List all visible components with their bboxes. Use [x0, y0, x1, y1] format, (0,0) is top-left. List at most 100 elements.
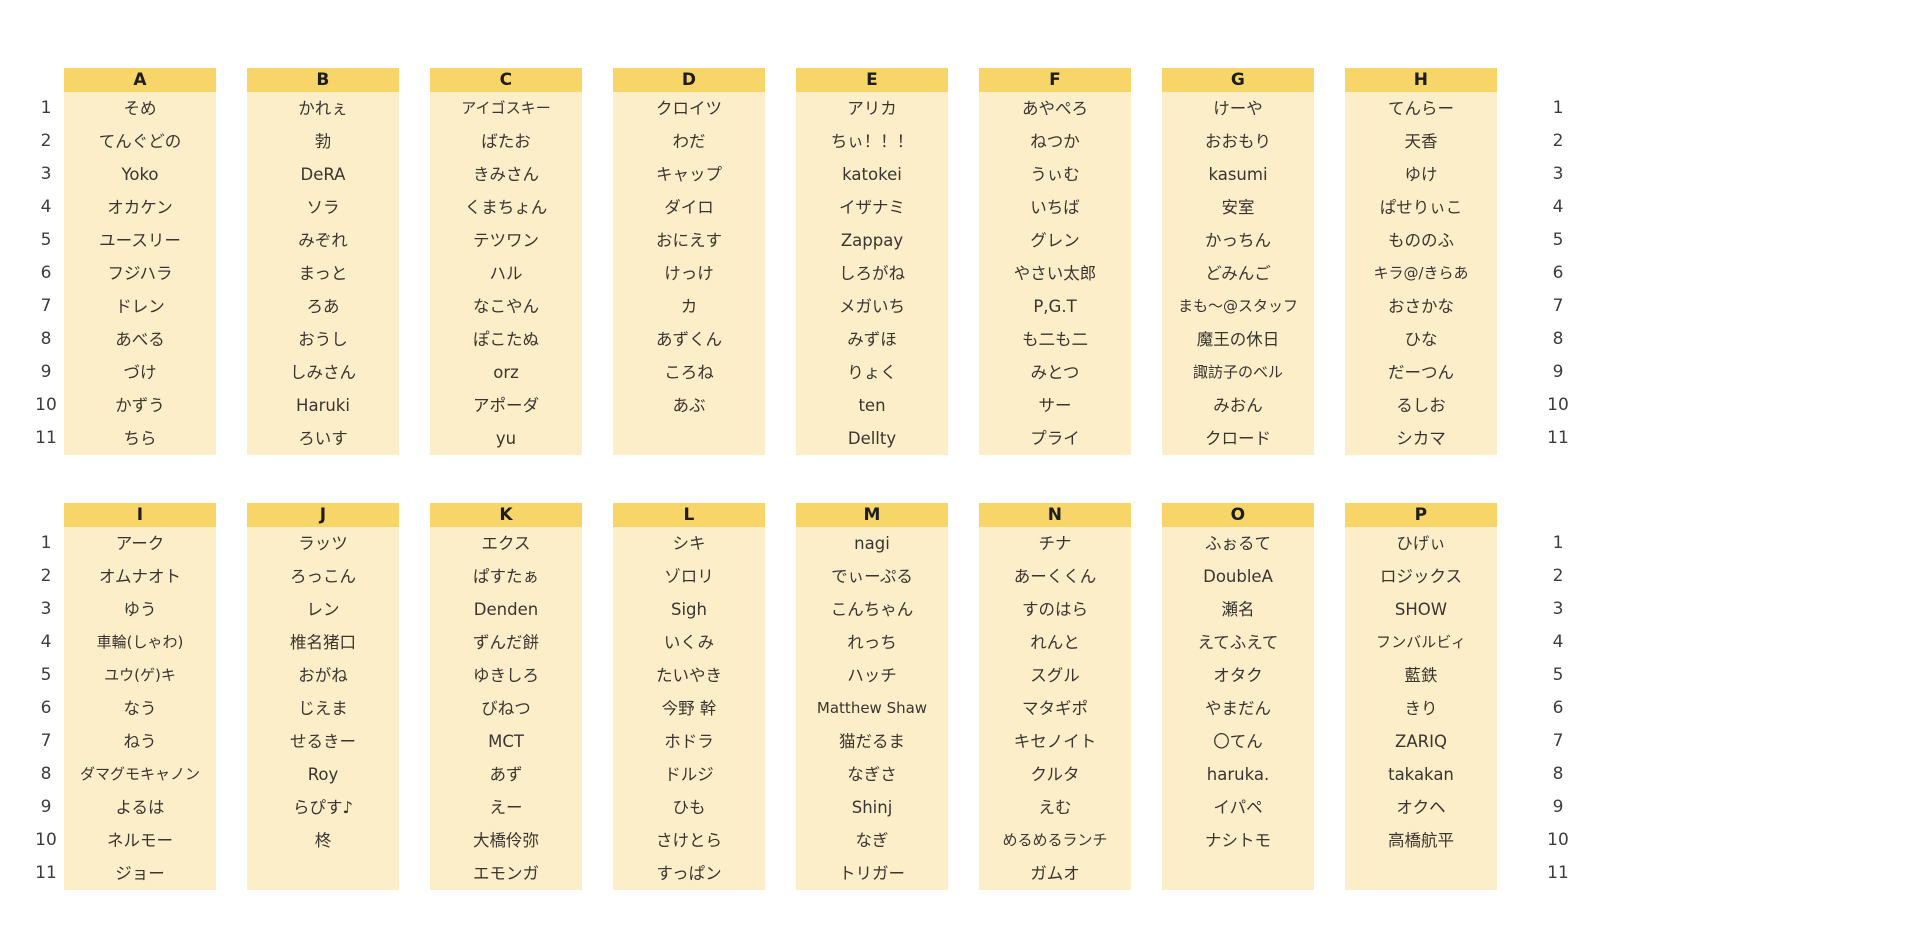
table-cell[interactable]: ゾロリ: [613, 560, 765, 593]
table-cell[interactable]: ホドラ: [613, 725, 765, 758]
table-cell[interactable]: 椎名猪口: [247, 626, 399, 659]
table-cell[interactable]: りょく: [796, 356, 948, 389]
table-cell[interactable]: Roy: [247, 758, 399, 791]
table-cell[interactable]: haruka.: [1162, 758, 1314, 791]
table-cell[interactable]: ロジックス: [1345, 560, 1497, 593]
table-cell[interactable]: ぽこたぬ: [430, 323, 582, 356]
table-cell[interactable]: 猫だるま: [796, 725, 948, 758]
table-cell[interactable]: ハッチ: [796, 659, 948, 692]
table-cell[interactable]: 高橋航平: [1345, 824, 1497, 857]
table-cell[interactable]: おおもり: [1162, 125, 1314, 158]
table-cell[interactable]: れっち: [796, 626, 948, 659]
table-cell[interactable]: 安室: [1162, 191, 1314, 224]
table-cell[interactable]: ラッツ: [247, 527, 399, 560]
table-cell[interactable]: オクヘ: [1345, 791, 1497, 824]
table-cell[interactable]: アーク: [64, 527, 216, 560]
table-cell[interactable]: シカマ: [1345, 422, 1497, 455]
table-cell[interactable]: [613, 422, 765, 455]
table-cell[interactable]: Sigh: [613, 593, 765, 626]
table-cell[interactable]: [247, 857, 399, 890]
table-cell[interactable]: グレン: [979, 224, 1131, 257]
table-cell[interactable]: プライ: [979, 422, 1131, 455]
table-cell[interactable]: MCT: [430, 725, 582, 758]
table-cell[interactable]: えむ: [979, 791, 1131, 824]
table-cell[interactable]: もののふ: [1345, 224, 1497, 257]
table-cell[interactable]: わだ: [613, 125, 765, 158]
table-cell[interactable]: オカケン: [64, 191, 216, 224]
table-cell[interactable]: るしお: [1345, 389, 1497, 422]
table-cell[interactable]: ハル: [430, 257, 582, 290]
table-cell[interactable]: あべる: [64, 323, 216, 356]
table-cell[interactable]: yu: [430, 422, 582, 455]
table-cell[interactable]: ねう: [64, 725, 216, 758]
table-cell[interactable]: 車輪(しゃわ): [64, 626, 216, 659]
table-cell[interactable]: アリカ: [796, 92, 948, 125]
table-cell[interactable]: いくみ: [613, 626, 765, 659]
table-cell[interactable]: ろいす: [247, 422, 399, 455]
table-cell[interactable]: てんらー: [1345, 92, 1497, 125]
table-cell[interactable]: カ: [613, 290, 765, 323]
table-cell[interactable]: てんぐどの: [64, 125, 216, 158]
table-cell[interactable]: なう: [64, 692, 216, 725]
table-cell[interactable]: みとつ: [979, 356, 1131, 389]
table-cell[interactable]: Denden: [430, 593, 582, 626]
table-cell[interactable]: Dellty: [796, 422, 948, 455]
table-cell[interactable]: どみんご: [1162, 257, 1314, 290]
table-cell[interactable]: orz: [430, 356, 582, 389]
table-cell[interactable]: ふぉるて: [1162, 527, 1314, 560]
table-cell[interactable]: Shinj: [796, 791, 948, 824]
table-cell[interactable]: ten: [796, 389, 948, 422]
table-cell[interactable]: なぎさ: [796, 758, 948, 791]
table-cell[interactable]: 今野 幹: [613, 692, 765, 725]
table-cell[interactable]: さけとら: [613, 824, 765, 857]
table-cell[interactable]: クロイツ: [613, 92, 765, 125]
table-cell[interactable]: エクス: [430, 527, 582, 560]
table-cell[interactable]: かっちん: [1162, 224, 1314, 257]
table-cell[interactable]: たいやき: [613, 659, 765, 692]
table-cell[interactable]: きみさん: [430, 158, 582, 191]
table-cell[interactable]: けーや: [1162, 92, 1314, 125]
table-cell[interactable]: らぴす♪: [247, 791, 399, 824]
table-cell[interactable]: アイゴスキー: [430, 92, 582, 125]
table-cell[interactable]: あぶ: [613, 389, 765, 422]
table-cell[interactable]: ろっこん: [247, 560, 399, 593]
table-cell[interactable]: フンバルビィ: [1345, 626, 1497, 659]
table-cell[interactable]: イザナミ: [796, 191, 948, 224]
table-cell[interactable]: ろあ: [247, 290, 399, 323]
table-cell[interactable]: メガいち: [796, 290, 948, 323]
table-cell[interactable]: ユウ(ゲ)キ: [64, 659, 216, 692]
table-cell[interactable]: まも〜@スタッフ: [1162, 290, 1314, 323]
table-cell[interactable]: キャップ: [613, 158, 765, 191]
table-cell[interactable]: takakan: [1345, 758, 1497, 791]
table-cell[interactable]: キセノイト: [979, 725, 1131, 758]
table-cell[interactable]: おうし: [247, 323, 399, 356]
table-cell[interactable]: P,G.T: [979, 290, 1131, 323]
table-cell[interactable]: 勃: [247, 125, 399, 158]
table-cell[interactable]: きり: [1345, 692, 1497, 725]
table-cell[interactable]: あずくん: [613, 323, 765, 356]
table-cell[interactable]: フジハラ: [64, 257, 216, 290]
table-cell[interactable]: ずんだ餅: [430, 626, 582, 659]
table-cell[interactable]: うぃむ: [979, 158, 1131, 191]
table-cell[interactable]: おがね: [247, 659, 399, 692]
table-cell[interactable]: けっけ: [613, 257, 765, 290]
table-cell[interactable]: ねつか: [979, 125, 1131, 158]
table-cell[interactable]: Yoko: [64, 158, 216, 191]
table-cell[interactable]: いちば: [979, 191, 1131, 224]
table-cell[interactable]: まっと: [247, 257, 399, 290]
table-cell[interactable]: トリガー: [796, 857, 948, 890]
table-cell[interactable]: えてふえて: [1162, 626, 1314, 659]
table-cell[interactable]: ダイロ: [613, 191, 765, 224]
table-cell[interactable]: ひげぃ: [1345, 527, 1497, 560]
table-cell[interactable]: おにえす: [613, 224, 765, 257]
table-cell[interactable]: かずう: [64, 389, 216, 422]
table-cell[interactable]: ドレン: [64, 290, 216, 323]
table-cell[interactable]: ガムオ: [979, 857, 1131, 890]
table-cell[interactable]: しみさん: [247, 356, 399, 389]
table-cell[interactable]: やさい太郎: [979, 257, 1131, 290]
table-cell[interactable]: キラ@/きらあ: [1345, 257, 1497, 290]
table-cell[interactable]: あやぺろ: [979, 92, 1131, 125]
table-cell[interactable]: なぎ: [796, 824, 948, 857]
table-cell[interactable]: くまちょん: [430, 191, 582, 224]
table-cell[interactable]: ちら: [64, 422, 216, 455]
